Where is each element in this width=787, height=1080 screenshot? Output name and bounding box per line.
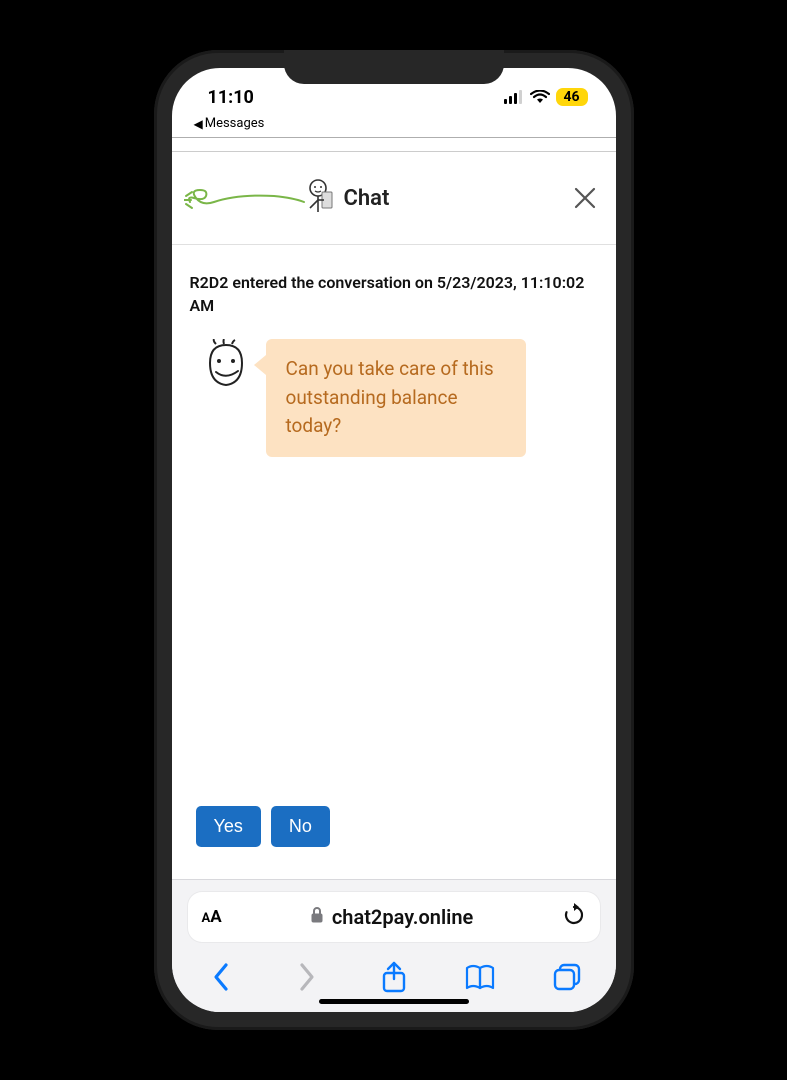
device-notch [284, 50, 504, 84]
status-right: 46 [504, 88, 588, 106]
chevron-left-icon [212, 962, 230, 992]
chat-title: Chat [344, 186, 390, 211]
chat-body: R2D2 entered the conversation on 5/23/20… [172, 245, 616, 879]
system-message: R2D2 entered the conversation on 5/23/20… [190, 271, 598, 317]
reload-button[interactable] [562, 903, 586, 931]
book-icon [464, 963, 496, 991]
bookmarks-button[interactable] [463, 960, 497, 994]
reload-icon [562, 903, 586, 927]
url-text: chat2pay.online [332, 905, 473, 929]
url-display[interactable]: chat2pay.online [236, 905, 548, 929]
close-chat-button[interactable] [572, 185, 598, 211]
nav-forward-button[interactable] [290, 960, 324, 994]
no-button[interactable]: No [271, 806, 330, 847]
tabs-button[interactable] [550, 960, 584, 994]
chevron-right-icon [298, 962, 316, 992]
agent-message-row: Can you take care of this outstanding ba… [200, 339, 598, 457]
quick-reply-row: Yes No [190, 806, 598, 861]
sheet-peek [172, 138, 616, 152]
phone-frame: 11:10 46 [154, 50, 634, 1030]
yes-button[interactable]: Yes [196, 806, 261, 847]
phone-screen: 11:10 46 [172, 68, 616, 1012]
agent-message-bubble: Can you take care of this outstanding ba… [266, 339, 526, 457]
wifi-icon [530, 90, 550, 104]
agent-avatar-icon [200, 339, 252, 391]
lock-icon [310, 906, 324, 928]
status-time: 11:10 [208, 87, 254, 108]
share-icon [381, 961, 407, 993]
browser-chrome: AA chat2pay.online [172, 879, 616, 1012]
page-content: Chat R2D2 entered the conversation on 5/… [172, 138, 616, 879]
battery-level-badge: 46 [556, 88, 588, 106]
nav-back-button[interactable] [204, 960, 238, 994]
text-size-button[interactable]: AA [202, 907, 222, 927]
chat-logo-icon [184, 174, 334, 222]
back-app-label: Messages [205, 116, 265, 131]
cellular-signal-icon [504, 90, 524, 104]
home-indicator[interactable] [319, 999, 469, 1004]
chat-header: Chat [172, 152, 616, 245]
share-button[interactable] [377, 960, 411, 994]
close-icon [572, 185, 598, 211]
tabs-icon [552, 962, 582, 992]
address-bar[interactable]: AA chat2pay.online [188, 892, 600, 942]
back-arrow-icon: ◀ [194, 117, 203, 131]
back-to-app-breadcrumb[interactable]: ◀ Messages [172, 116, 616, 137]
